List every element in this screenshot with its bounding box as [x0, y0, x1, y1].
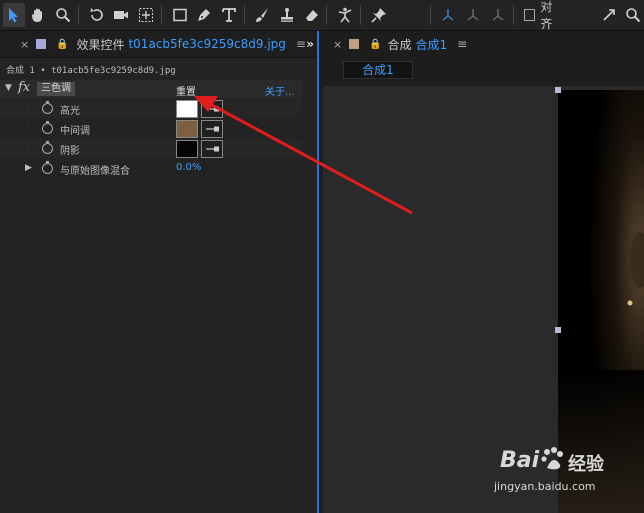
align-toggle[interactable]: 对齐: [523, 0, 564, 32]
selection-tool-icon[interactable]: [3, 3, 25, 27]
effect-controls-tab[interactable]: × 🔒 效果控件 t01acb5fe3c9259c8d9.jpg ≡ »: [0, 31, 318, 58]
property-row-blend: ▶ 与原始图像混合 0.0%: [0, 159, 302, 178]
hand-tool-icon[interactable]: [28, 3, 50, 27]
lock-icon[interactable]: 🔒: [369, 39, 381, 50]
composition-name: 合成1: [415, 37, 448, 52]
label-color-swatch: [349, 39, 359, 49]
composition-title: 合成: [387, 37, 412, 52]
property-row-shadows: · 阴影: [0, 139, 302, 158]
effect-name[interactable]: 三色调: [37, 82, 75, 96]
panel-focus-border: [317, 31, 319, 513]
clone-stamp-tool-icon[interactable]: [276, 3, 298, 27]
tree-line: ·: [27, 103, 30, 112]
toolbar-divider: [326, 5, 328, 25]
effect-controls-panel: × 🔒 效果控件 t01acb5fe3c9259c8d9.jpg ≡ » 合成 …: [0, 31, 319, 513]
highlight-color-swatch[interactable]: [176, 100, 198, 118]
brush-tool-icon[interactable]: [252, 3, 274, 27]
toolbar-divider: [429, 5, 431, 25]
close-icon[interactable]: ×: [20, 38, 30, 51]
expand-icon[interactable]: [598, 3, 620, 27]
lock-icon[interactable]: 🔒: [56, 39, 68, 50]
pen-tool-icon[interactable]: [193, 3, 215, 27]
property-label: 高光: [60, 106, 80, 117]
panel-overflow-icon[interactable]: »: [306, 37, 314, 51]
property-row-midtones: · 中间调: [0, 119, 302, 138]
pan-behind-tool-icon[interactable]: [135, 3, 157, 27]
reset-button[interactable]: 重置: [176, 83, 196, 98]
frame-handle[interactable]: [555, 87, 561, 93]
text-tool-icon[interactable]: [218, 3, 240, 27]
twirl-down-icon[interactable]: ▼: [5, 83, 12, 93]
panel-title: 效果控件: [76, 37, 125, 52]
property-label: 与原始图像混合: [60, 166, 130, 177]
zoom-tool-icon[interactable]: [52, 3, 74, 27]
about-link[interactable]: 关于...: [265, 83, 295, 98]
twirl-right-icon[interactable]: ▶: [25, 163, 32, 173]
layer-path: 合成 1 • t01acb5fe3c9259c8d9.jpg: [6, 66, 176, 76]
toolbar-divider: [77, 5, 79, 25]
effect-header-row: ▼ fx 三色调 重置 关于...: [0, 80, 302, 98]
blend-value[interactable]: 0.0%: [176, 162, 201, 173]
watermark-brand: Bai: [500, 448, 540, 473]
property-label: 阴影: [60, 146, 80, 157]
view-axis-icon[interactable]: [487, 3, 509, 27]
toolbar-divider: [360, 5, 362, 25]
eyedropper-icon[interactable]: [201, 100, 223, 118]
tree-line: ·: [27, 123, 30, 132]
panel-menu-icon[interactable]: ≡: [296, 37, 306, 51]
align-checkbox[interactable]: [523, 9, 536, 21]
property-label: 中间调: [60, 126, 90, 137]
toolbar: 对齐: [0, 0, 644, 31]
pin-tool-icon[interactable]: [368, 3, 390, 27]
watermark-url: jingyan.baidu.com: [494, 480, 596, 493]
property-row-highlights: · 高光: [0, 99, 302, 118]
rotate-tool-icon[interactable]: [86, 3, 108, 27]
fx-toggle-icon[interactable]: fx: [18, 80, 30, 95]
toolbar-divider: [243, 5, 245, 25]
eyedropper-icon[interactable]: [201, 140, 223, 158]
local-axis-icon[interactable]: [438, 3, 460, 27]
rectangle-tool-icon[interactable]: [169, 3, 191, 27]
baidu-paw-icon: [541, 447, 563, 470]
panel-file-name: t01acb5fe3c9259c8d9.jpg: [128, 37, 286, 51]
search-icon[interactable]: [622, 3, 644, 27]
panel-menu-icon[interactable]: ≡: [457, 37, 467, 51]
tree-line: ·: [27, 143, 30, 152]
world-axis-icon[interactable]: [462, 3, 484, 27]
align-label: 对齐: [540, 0, 553, 31]
midtone-color-swatch[interactable]: [176, 120, 198, 138]
stopwatch-icon[interactable]: [42, 141, 53, 154]
eraser-tool-icon[interactable]: [301, 3, 323, 27]
toolbar-divider: [160, 5, 162, 25]
baidu-watermark: Bai 经验 jingyan.baidu.com: [494, 440, 644, 500]
camera-tool-icon[interactable]: [110, 3, 132, 27]
puppet-tool-icon[interactable]: [334, 3, 356, 27]
shadow-color-swatch[interactable]: [176, 140, 198, 158]
stopwatch-icon[interactable]: [42, 101, 53, 114]
stopwatch-icon[interactable]: [42, 161, 53, 174]
stopwatch-icon[interactable]: [42, 121, 53, 134]
watermark-brand-suffix: 经验: [568, 454, 604, 475]
label-color-swatch: [36, 39, 46, 49]
toolbar-divider: [512, 5, 514, 25]
frame-handle[interactable]: [555, 327, 561, 333]
eyedropper-icon[interactable]: [201, 120, 223, 138]
composition-breadcrumb[interactable]: 合成1: [343, 61, 413, 79]
close-icon[interactable]: ×: [333, 38, 343, 51]
composition-tab[interactable]: × 🔒 合成 合成1 ≡: [323, 31, 644, 57]
